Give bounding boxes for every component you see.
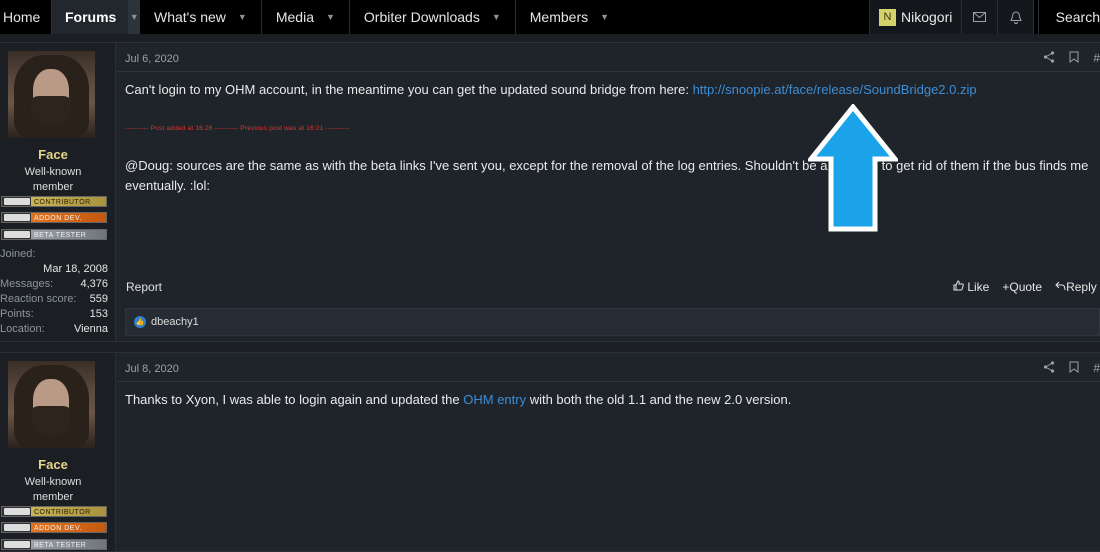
joined-date: Mar 18, 2008 [43,262,108,277]
contributor-banner: Contributor [1,196,107,207]
location: Vienna [74,322,108,337]
author-name[interactable]: Face [0,147,106,162]
author-avatar[interactable] [8,361,95,448]
top-navigation: Home Forums ▼ What's new▼ Media▼ Orbiter… [0,0,1100,34]
avatar: N [879,9,896,26]
nav-orbiter-downloads[interactable]: Orbiter Downloads▼ [350,0,515,34]
like-reaction-icon: 👍 [134,316,146,328]
search-label: Search [1056,9,1100,25]
username: Nikogori [901,9,952,25]
search-icon [1049,11,1050,24]
author-name[interactable]: Face [0,457,106,472]
post-date[interactable]: Jul 8, 2020 [125,363,179,375]
reply-icon [1055,281,1066,291]
reply-button[interactable]: Reply [1055,280,1097,294]
merge-note: ---------- Post added at 16:26 ---------… [125,125,349,132]
post-number[interactable]: # [1093,51,1100,65]
post: Face Well-known member Contributor Addon… [0,352,1100,552]
post-actions: Like +Quote Reply [953,280,1097,294]
user-menu: N Nikogori [869,0,1034,34]
post-author-sidebar: Face Well-known member Contributor Addon… [0,353,116,551]
share-icon[interactable] [1043,51,1055,63]
quote-button[interactable]: +Quote [1002,280,1042,294]
reactions-bar: 👍 dbeachy1 [125,308,1100,336]
chevron-down-icon[interactable]: ▼ [238,12,247,22]
chevron-down-icon[interactable]: ▼ [326,12,335,22]
arrow-up-icon [808,104,898,232]
post-author-sidebar: Face Well-known member Contributor Addon… [0,43,116,341]
post-content: Jul 6, 2020 # Can't login to my OHM acco… [117,43,1100,341]
nav-whats-new[interactable]: What's new▼ [140,0,261,34]
alerts-button[interactable] [998,0,1034,34]
ohm-entry-link[interactable]: OHM entry [463,392,526,407]
inbox-button[interactable] [962,0,998,34]
beta-tester-banner: Beta Tester [1,539,107,550]
points-count: 153 [90,307,108,322]
post-content: Jul 8, 2020 # Thanks to Xyon, I was able… [117,353,1100,551]
post-text: Thanks to Xyon, I was able to login agai… [125,390,1100,410]
author-title: Well-known member [8,165,98,195]
chevron-down-icon[interactable]: ▼ [600,12,609,22]
post-text: Can't login to my OHM account, in the me… [125,80,1100,100]
chevron-down-icon[interactable]: ▼ [492,12,501,22]
post-tools: # [1043,51,1100,65]
nav-media[interactable]: Media▼ [262,0,349,34]
author-avatar[interactable] [8,51,95,138]
envelope-icon [973,12,986,22]
thumbs-up-icon [953,280,964,291]
account-button[interactable]: N Nikogori [869,0,962,34]
post-text-2: @Doug: sources are the same as with the … [125,156,1100,196]
bookmark-icon[interactable] [1069,361,1079,373]
share-icon[interactable] [1043,361,1055,373]
author-stats: Joined: Mar 18, 2008 Messages:4,376 Reac… [0,247,108,337]
bell-icon [1010,11,1022,24]
contributor-banner: Contributor [1,506,107,517]
bookmark-icon[interactable] [1069,51,1079,63]
author-title: Well-known member [8,475,98,505]
search-button[interactable]: Search [1038,0,1100,34]
reaction-user[interactable]: dbeachy1 [151,316,199,328]
post: Face Well-known member Contributor Addon… [0,42,1100,342]
addon-dev-banner: Addon Dev. [1,522,107,533]
post-date[interactable]: Jul 6, 2020 [125,53,179,65]
nav-forums-label: Forums [65,9,116,25]
nav-forums[interactable]: Forums ▼ [52,0,140,34]
download-link[interactable]: http://snoopie.at/face/release/SoundBrid… [693,82,977,97]
nav-home[interactable]: Home [0,0,51,34]
reaction-score: 559 [90,292,108,307]
addon-dev-banner: Addon Dev. [1,212,107,223]
chevron-down-icon[interactable]: ▼ [128,0,140,34]
report-link[interactable]: Report [126,280,162,294]
beta-tester-banner: Beta Tester [1,229,107,240]
messages-count: 4,376 [80,277,108,292]
like-button[interactable]: Like [953,280,989,294]
post-tools: # [1043,361,1100,375]
post-number[interactable]: # [1093,361,1100,375]
nav-members[interactable]: Members▼ [516,0,623,34]
